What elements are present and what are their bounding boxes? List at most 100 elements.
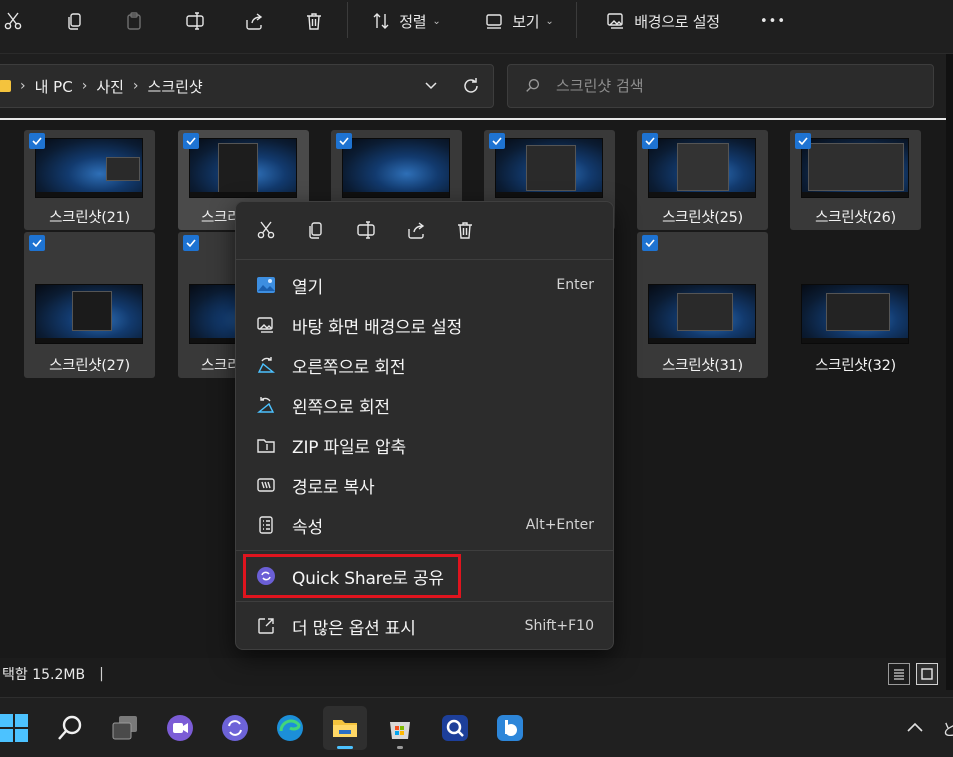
file-thumbnail xyxy=(342,138,450,198)
menu-item-open[interactable]: 열기 Enter xyxy=(244,266,607,304)
menu-item-properties[interactable]: 속성 Alt+Enter xyxy=(244,506,607,544)
file-explorer-button[interactable] xyxy=(323,706,367,750)
chevron-down-icon[interactable] xyxy=(423,77,439,93)
breadcrumb-screenshots[interactable]: 스크린샷 xyxy=(148,76,203,97)
checkbox[interactable] xyxy=(795,133,811,149)
file-thumbnail xyxy=(648,138,756,198)
scissors-icon xyxy=(4,12,22,30)
menu-item-copy-as-path[interactable]: 경로로 복사 xyxy=(244,466,607,504)
checkbox[interactable] xyxy=(183,133,199,149)
set-background-label: 배경으로 설정 xyxy=(634,12,720,31)
file-name: 스크린샷(21) xyxy=(49,210,130,226)
file-item[interactable]: 스크린샷(31) xyxy=(637,232,768,378)
search-input[interactable] xyxy=(556,77,916,95)
checkmark-icon xyxy=(186,137,196,146)
file-thumbnail xyxy=(189,138,297,198)
rename-button[interactable] xyxy=(354,218,378,242)
bing-button[interactable] xyxy=(488,706,532,750)
menu-item-shortcut: Enter xyxy=(556,277,594,293)
teams-button[interactable] xyxy=(158,706,202,750)
delete-button[interactable] xyxy=(301,6,327,36)
share-button[interactable] xyxy=(404,218,428,242)
delete-button[interactable] xyxy=(453,218,477,242)
cut-button[interactable] xyxy=(254,218,278,242)
store-icon xyxy=(390,722,410,739)
more-icon: ••• xyxy=(759,13,786,29)
tile-view-icon xyxy=(921,668,933,680)
checkmark-icon xyxy=(339,137,349,146)
command-bar: 정렬 ⌄ 보기 ⌄ 배경으로 설정 ••• xyxy=(0,0,953,54)
start-button[interactable] xyxy=(0,706,36,750)
file-thumbnail xyxy=(801,138,909,198)
trash-icon xyxy=(458,222,472,239)
thumbnail-view-button[interactable] xyxy=(916,663,938,685)
menu-item-show-more-options[interactable]: 더 많은 옵션 표시 Shift+F10 xyxy=(244,607,607,645)
checkbox[interactable] xyxy=(336,133,352,149)
file-item[interactable]: 스크린샷(32) xyxy=(790,232,921,378)
file-item[interactable]: 스크린샷(27) xyxy=(24,232,155,378)
chevron-down-icon: ⌄ xyxy=(432,15,441,27)
trash-icon xyxy=(307,13,321,30)
search-box[interactable] xyxy=(507,64,934,108)
menu-item-set-desktop-background[interactable]: 바탕 화면 배경으로 설정 xyxy=(244,306,607,344)
app-icon xyxy=(442,715,468,741)
copy-icon xyxy=(68,13,81,30)
details-view-button[interactable] xyxy=(888,663,910,685)
address-bar-row: › 내 PC › 사진 › 스크린샷 xyxy=(0,54,953,118)
file-name: 스크린샷(32) xyxy=(815,358,896,374)
copy-button[interactable] xyxy=(304,218,328,242)
checkbox[interactable] xyxy=(29,235,45,251)
view-button[interactable]: 보기 ⌄ xyxy=(479,6,559,36)
file-item[interactable]: 스크린샷(25) xyxy=(637,130,768,230)
running-indicator xyxy=(337,746,353,749)
checkbox[interactable] xyxy=(642,235,658,251)
file-item[interactable]: 스크린샷(26) xyxy=(790,130,921,230)
store-button[interactable] xyxy=(378,706,422,750)
quick-share-app-button[interactable] xyxy=(213,706,257,750)
breadcrumb-pictures[interactable]: 사진 xyxy=(96,76,124,97)
menu-item-compress-zip[interactable]: ZIP 파일로 압축 xyxy=(244,426,607,464)
checkbox[interactable] xyxy=(642,133,658,149)
quick-share-icon xyxy=(222,715,248,741)
show-hidden-icons-chevron-icon[interactable] xyxy=(905,718,925,738)
toolbar-separator xyxy=(576,2,577,38)
menu-item-label: 열기 xyxy=(292,277,323,298)
menu-item-rotate-left[interactable]: 왼쪽으로 회전 xyxy=(244,386,607,424)
file-name: 스크린샷(31) xyxy=(662,358,743,374)
checkbox[interactable] xyxy=(29,133,45,149)
toolbar-separator xyxy=(347,2,348,38)
status-divider: | xyxy=(99,666,104,682)
breadcrumb-this-pc[interactable]: 내 PC xyxy=(35,76,73,97)
taskbar-search-button[interactable] xyxy=(48,706,92,750)
address-bar[interactable]: › 내 PC › 사진 › 스크린샷 xyxy=(0,64,494,108)
menu-item-rotate-right[interactable]: 오른쪽으로 회전 xyxy=(244,346,607,384)
edge-button[interactable] xyxy=(268,706,312,750)
set-background-button[interactable]: 배경으로 설정 xyxy=(596,6,730,36)
menu-separator xyxy=(236,550,613,551)
copy-button[interactable] xyxy=(62,6,88,36)
checkbox[interactable] xyxy=(183,235,199,251)
share-icon xyxy=(408,222,425,239)
checkmark-icon xyxy=(186,239,196,248)
chevron-right-icon: › xyxy=(132,78,139,94)
wallpaper-icon xyxy=(255,314,277,336)
checkmark-icon xyxy=(645,239,655,248)
refresh-icon[interactable] xyxy=(461,76,481,96)
more-options-button[interactable]: ••• xyxy=(758,6,788,36)
rename-button[interactable] xyxy=(182,6,208,36)
search-icon xyxy=(58,715,82,740)
menu-separator xyxy=(236,601,613,602)
checkbox[interactable] xyxy=(489,133,505,149)
share-button[interactable] xyxy=(241,6,267,36)
task-view-button[interactable] xyxy=(103,706,147,750)
rotate-right-icon xyxy=(255,354,277,376)
menu-item-shortcut: Alt+Enter xyxy=(525,517,594,533)
sort-button[interactable]: 정렬 ⌄ xyxy=(366,6,446,36)
paste-button[interactable] xyxy=(121,6,147,36)
rename-icon xyxy=(357,221,375,239)
pinned-app-button[interactable] xyxy=(433,706,477,750)
file-item[interactable]: 스크린샷(21) xyxy=(24,130,155,230)
folder-icon xyxy=(333,720,357,737)
cut-button[interactable] xyxy=(0,6,26,36)
file-thumbnail xyxy=(35,284,143,344)
